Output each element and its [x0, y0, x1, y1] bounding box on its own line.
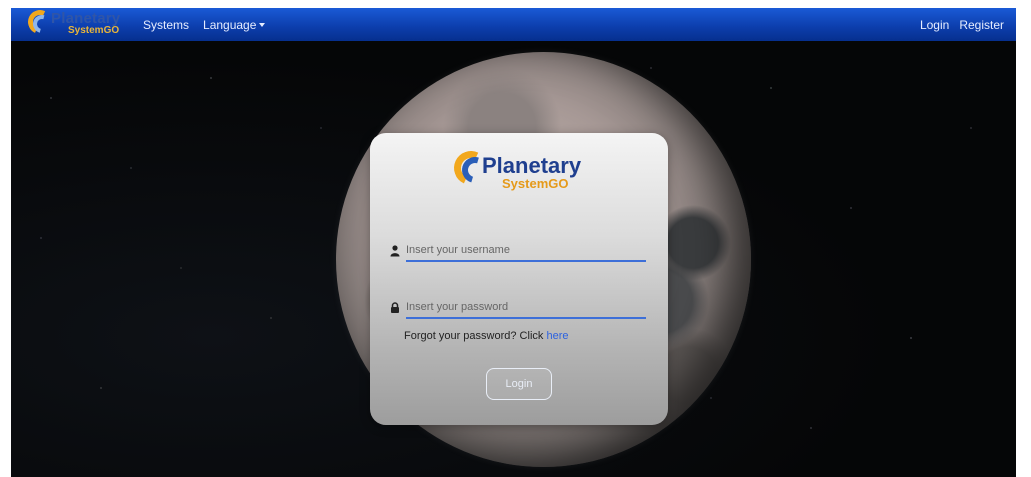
card-logo: Planetary SystemGO [449, 146, 592, 197]
forgot-password-link[interactable]: here [546, 330, 568, 342]
chevron-down-icon [259, 22, 266, 27]
username-field [390, 240, 646, 264]
nav-language-dropdown[interactable]: Language [203, 17, 266, 32]
nav-systems[interactable]: Systems [143, 18, 189, 32]
lock-icon [391, 302, 399, 313]
username-input[interactable] [406, 240, 646, 262]
brand-subtitle: SystemGO [68, 25, 120, 36]
login-card: Planetary SystemGO Forgot your password?… [370, 133, 668, 425]
forgot-password-text: Forgot your password? Click here [404, 330, 568, 342]
forgot-password-label: Forgot your password? Click [404, 330, 544, 342]
card-logo-subtitle: SystemGO [502, 176, 569, 191]
nav-register[interactable]: Register [959, 18, 1004, 32]
user-icon [390, 245, 400, 257]
nav-language-label: Language [203, 17, 257, 32]
nav-login[interactable]: Login [920, 18, 949, 32]
page: Planetary SystemGO Systems Language Logi… [11, 8, 1016, 477]
nav-right: Login Register [920, 18, 1004, 32]
password-field [390, 297, 646, 321]
brand-logo[interactable]: Planetary SystemGO [24, 8, 143, 41]
navbar: Planetary SystemGO Systems Language Logi… [11, 8, 1016, 41]
login-button[interactable]: Login [486, 368, 552, 400]
password-input[interactable] [406, 297, 646, 319]
